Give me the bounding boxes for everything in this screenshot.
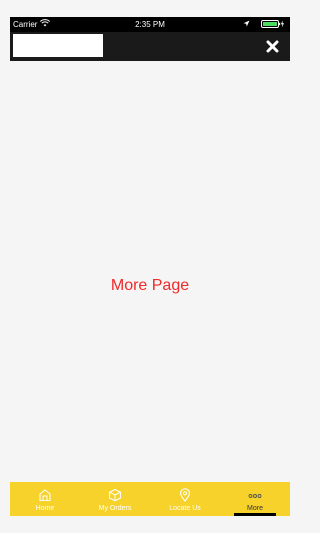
status-bar: Carrier 2:35 PM [10,17,290,32]
tab-label: My Orders [98,505,132,512]
more-dots-icon [248,494,262,498]
page-title: More Page [110,277,190,294]
tab-home[interactable]: Home [10,482,80,516]
main-content: More Page [10,61,290,482]
home-icon [39,489,51,502]
tab-locate-us[interactable]: Locate Us [150,482,220,516]
battery-icon [261,20,284,28]
box-icon [108,488,122,502]
tab-label: Locate Us [169,505,201,512]
tab-bar: Home My Orders Locate Us More [10,482,290,516]
logo-placeholder [13,34,103,57]
close-icon [266,40,278,52]
active-tab-indicator [234,513,276,516]
phone-screen: Carrier 2:35 PM More Page Home My Orders… [10,17,290,516]
tab-my-orders[interactable]: My Orders [80,482,150,516]
tab-more[interactable]: More [220,482,290,516]
tab-label: Home [35,505,55,512]
close-button[interactable] [264,38,280,54]
header-bar [10,32,290,61]
location-arrow-icon [243,20,250,27]
location-pin-icon [179,488,191,502]
tab-label: More [247,505,263,512]
